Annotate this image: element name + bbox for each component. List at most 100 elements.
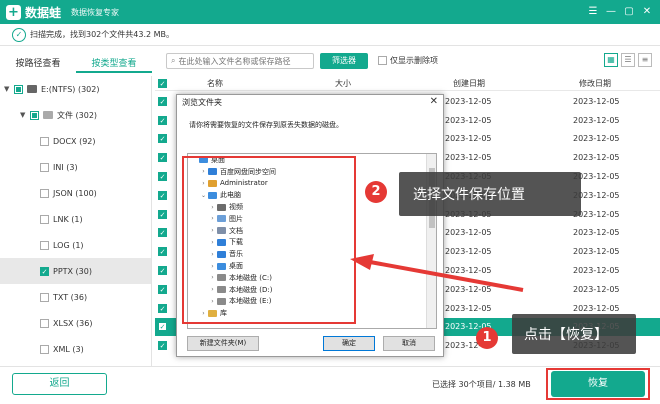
search-input[interactable] xyxy=(178,56,299,66)
file-modified-date: 2023-12-05 xyxy=(573,115,620,125)
file-created-date: 2023-12-05 xyxy=(445,153,492,163)
new-folder-button[interactable]: 新建文件夹(M) xyxy=(187,336,259,351)
annotation-arrow xyxy=(350,254,524,292)
tree-item[interactable]: INI (3) xyxy=(0,154,151,180)
file-row-checkbox[interactable]: ✓ xyxy=(158,190,167,200)
file-row-checkbox[interactable]: ✓ xyxy=(158,134,167,144)
tree-item-label: LNK (1) xyxy=(53,214,83,224)
file-row-checkbox[interactable]: ✓ xyxy=(158,96,167,106)
tree-item-label: 文件 (302) xyxy=(57,110,98,120)
view-mode-switch: ▦ ☰ ≡ xyxy=(601,53,652,67)
file-modified-date: 2023-12-05 xyxy=(573,303,620,313)
tree-item-checkbox[interactable]: ✓ xyxy=(40,266,49,276)
tree-item[interactable]: LOG (1) xyxy=(0,232,151,258)
file-created-date: 2023-12-05 xyxy=(445,115,492,125)
maximize-icon[interactable]: ▢ xyxy=(620,3,638,21)
file-row-checkbox[interactable]: ✓ xyxy=(158,228,167,238)
dialog-message: 请你将需要恢复的文件保存到原丢失数据的磁盘。 xyxy=(189,121,343,129)
column-size[interactable]: 大小 xyxy=(335,78,351,89)
file-row-checkbox[interactable]: ✓ xyxy=(158,153,167,163)
file-created-date: 2023-12-05 xyxy=(445,303,492,313)
select-all-checkbox[interactable]: ✓ xyxy=(158,79,167,88)
back-button[interactable]: 返回 xyxy=(12,373,107,395)
file-type-tree: ▼ E:(NTFS) (302) ▼ 文件 (302) DOCX (92) INI (3)… xyxy=(0,76,152,366)
tree-item-checkbox[interactable] xyxy=(40,318,49,328)
search-icon: ⌕ xyxy=(171,56,176,65)
file-created-date: 2023-12-05 xyxy=(445,134,492,144)
grid-view-icon[interactable]: ▦ xyxy=(604,53,618,67)
file-created-date: 2023-12-05 xyxy=(445,228,492,238)
file-row-checkbox[interactable]: ✓ xyxy=(158,266,167,276)
chevron-down-icon[interactable]: ▼ xyxy=(4,85,14,93)
minimize-icon[interactable]: — xyxy=(602,3,620,21)
title-bar: + 数据蛙 数据恢复专家 ☰ — ▢ ✕ xyxy=(0,0,660,24)
file-created-date: 2023-12-05 xyxy=(445,96,492,106)
column-modified[interactable]: 修改日期 xyxy=(579,78,611,89)
callout-choose-location-text: 选择文件保存位置 xyxy=(413,187,525,203)
tree-item-checkbox[interactable] xyxy=(30,110,39,120)
tree-item[interactable]: XLSX (36) xyxy=(0,310,151,336)
tree-item[interactable]: ✓ PPTX (30) xyxy=(0,258,151,284)
menu-icon[interactable]: ☰ xyxy=(584,3,602,21)
file-modified-date: 2023-12-05 xyxy=(573,266,620,276)
column-name[interactable]: 名称 xyxy=(207,78,223,89)
list-view-icon[interactable]: ☰ xyxy=(621,53,635,67)
logo-plus-icon: + xyxy=(6,4,21,20)
file-row-checkbox[interactable]: ✓ xyxy=(158,341,167,351)
view-tabs: 按路径查看 按类型查看 xyxy=(0,55,152,73)
file-row-checkbox[interactable]: ✓ xyxy=(158,284,167,294)
tree-item-label: JSON (100) xyxy=(53,188,97,198)
file-modified-date: 2023-12-05 xyxy=(573,228,620,238)
file-modified-date: 2023-12-05 xyxy=(573,247,620,257)
window-controls: ☰ — ▢ ✕ xyxy=(584,3,656,21)
tree-item-checkbox[interactable] xyxy=(14,84,23,94)
tree-item-checkbox[interactable] xyxy=(40,188,49,198)
annotation-arrow-head xyxy=(350,254,374,270)
tree-item[interactable]: LNK (1) xyxy=(0,206,151,232)
tree-item[interactable]: DOCX (92) xyxy=(0,128,151,154)
file-row-checkbox[interactable]: ✓ xyxy=(158,322,167,332)
file-row-checkbox[interactable]: ✓ xyxy=(158,209,167,219)
column-created[interactable]: 创建日期 xyxy=(453,78,485,89)
file-row-checkbox[interactable]: ✓ xyxy=(158,303,167,313)
file-modified-date: 2023-12-05 xyxy=(573,153,620,163)
dialog-title: 浏览文件夹 xyxy=(182,98,222,107)
step-2-badge: 2 xyxy=(365,181,387,203)
file-modified-date: 2023-12-05 xyxy=(573,96,620,106)
tree-item-label: TXT (36) xyxy=(53,292,88,302)
detail-view-icon[interactable]: ≡ xyxy=(638,53,652,67)
step-1-badge: 1 xyxy=(476,327,498,349)
tree-item[interactable]: ▼ E:(NTFS) (302) xyxy=(0,76,151,102)
search-box: ⌕ xyxy=(166,53,314,69)
tree-item[interactable]: JSON (100) xyxy=(0,180,151,206)
file-row-checkbox[interactable]: ✓ xyxy=(158,115,167,125)
selection-info: 已选择 30个项目/ 1.38 MB xyxy=(432,380,531,389)
tab-by-type[interactable]: 按类型查看 xyxy=(76,55,152,73)
check-circle-icon: ✓ xyxy=(12,27,26,42)
filter-button[interactable]: 筛选器 xyxy=(320,53,368,69)
tree-item-checkbox[interactable] xyxy=(40,240,49,250)
tree-item-checkbox[interactable] xyxy=(40,292,49,302)
show-deleted-toggle[interactable]: 仅显示删除项 xyxy=(378,55,438,66)
show-deleted-checkbox[interactable] xyxy=(378,56,387,65)
dialog-cancel-button[interactable]: 取消 xyxy=(383,336,435,351)
dialog-ok-button[interactable]: 确定 xyxy=(323,336,375,351)
file-list-header: ✓ 名称 大小 创建日期 修改日期 xyxy=(155,77,660,91)
tab-by-path[interactable]: 按路径查看 xyxy=(0,55,76,73)
tree-item-checkbox[interactable] xyxy=(40,214,49,224)
drive-icon xyxy=(27,85,37,93)
dialog-close-icon[interactable]: ✕ xyxy=(430,96,438,107)
tree-item[interactable]: TXT (36) xyxy=(0,284,151,310)
tree-item-label: INI (3) xyxy=(53,162,78,172)
app-logo: + 数据蛙 数据恢复专家 xyxy=(6,4,119,21)
tree-item-checkbox[interactable] xyxy=(40,162,49,172)
chevron-down-icon[interactable]: ▼ xyxy=(20,111,30,119)
tree-item-checkbox[interactable] xyxy=(40,136,49,146)
tree-item-checkbox[interactable] xyxy=(40,344,49,354)
file-row-checkbox[interactable]: ✓ xyxy=(158,172,167,182)
close-icon[interactable]: ✕ xyxy=(638,3,656,21)
tree-item[interactable]: XML (3) xyxy=(0,336,151,362)
tree-item[interactable]: ▼ 文件 (302) xyxy=(0,102,151,128)
file-row-checkbox[interactable]: ✓ xyxy=(158,247,167,257)
file-modified-date: 2023-12-05 xyxy=(573,134,620,144)
